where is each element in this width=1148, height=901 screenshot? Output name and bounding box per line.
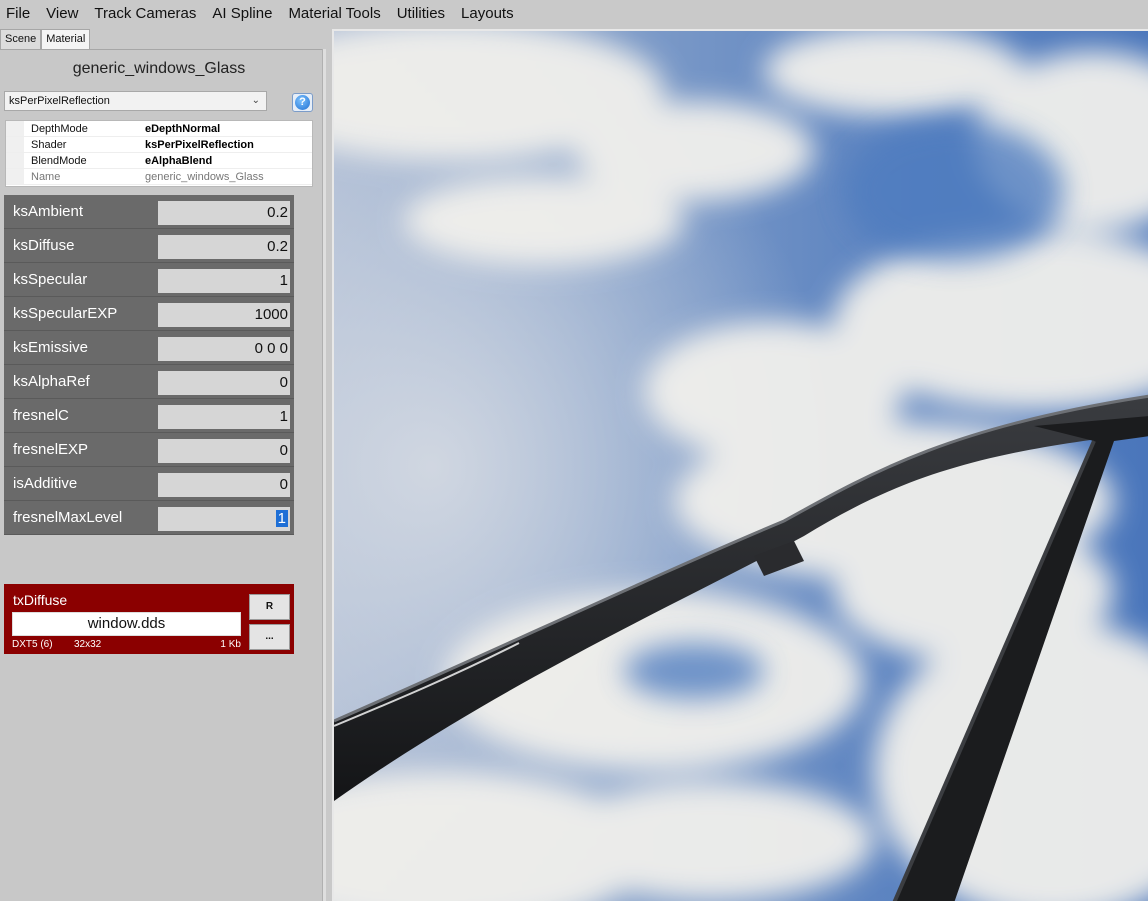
param-label: ksSpecular [13, 271, 88, 288]
row-gutter [6, 121, 24, 136]
property-value: generic_windows_Glass [145, 171, 264, 183]
menu-ai-spline[interactable]: AI Spline [206, 1, 282, 27]
property-row[interactable]: DepthMode eDepthNormal [6, 121, 312, 137]
viewport-render [334, 31, 1148, 901]
param-label: ksDiffuse [13, 237, 75, 254]
property-key: Name [31, 171, 61, 183]
property-value: ksPerPixelReflection [145, 139, 254, 151]
tab-material[interactable]: Material [41, 29, 91, 50]
param-input[interactable]: 0 [158, 473, 290, 497]
property-value: eDepthNormal [145, 123, 221, 135]
browse-texture-button[interactable]: ... [249, 624, 290, 650]
param-label: isAdditive [13, 475, 78, 492]
selected-text: 1 [275, 510, 288, 527]
menu-material-tools[interactable]: Material Tools [282, 1, 390, 27]
property-row[interactable]: Shader ksPerPixelReflection [6, 137, 312, 153]
property-key: DepthMode [31, 123, 88, 135]
menu-file[interactable]: File [0, 1, 40, 27]
property-row[interactable]: Name generic_windows_Glass [6, 169, 312, 185]
param-input[interactable]: 1000 [158, 303, 290, 327]
param-label: fresnelEXP [13, 441, 89, 458]
shader-dropdown-value: ksPerPixelReflection [9, 95, 110, 107]
param-row-ksspecular: ksSpecular 1 [4, 263, 294, 297]
row-gutter [6, 169, 24, 184]
help-button[interactable]: ? [292, 93, 313, 112]
reload-texture-button[interactable]: R [249, 594, 290, 620]
param-label: fresnelMaxLevel [13, 509, 123, 526]
3d-viewport[interactable] [332, 29, 1148, 901]
param-row-fresnelexp: fresnelEXP 0 [4, 433, 294, 467]
param-label: ksEmissive [13, 339, 89, 356]
property-key: BlendMode [31, 155, 87, 167]
texture-file-field[interactable]: window.dds [12, 612, 241, 636]
menu-utilities[interactable]: Utilities [391, 1, 455, 27]
texture-size: 32x32 [74, 639, 102, 650]
param-input[interactable]: 0.2 [158, 201, 290, 225]
param-row-ksspecularexp: ksSpecularEXP 1000 [4, 297, 294, 331]
menu-bar: File View Track Cameras AI Spline Materi… [0, 0, 1148, 28]
material-panel: generic_windows_Glass ksPerPixelReflecti… [0, 49, 326, 901]
texture-info: DXT5 (6) 32x32 1 Kb [12, 638, 241, 652]
property-key: Shader [31, 139, 67, 151]
chevron-down-icon: ⌄ [251, 95, 260, 106]
param-input[interactable]: 1 [158, 405, 290, 429]
texture-filesize: 1 Kb [220, 639, 241, 650]
param-label: ksAmbient [13, 203, 84, 220]
property-value: eAlphaBlend [145, 155, 213, 167]
menu-view[interactable]: View [40, 1, 88, 27]
param-label: ksSpecularEXP [13, 305, 118, 322]
shader-dropdown[interactable]: ksPerPixelReflection ⌄ [4, 91, 267, 111]
texture-slot: txDiffuse window.dds DXT5 (6) 32x32 1 Kb… [4, 584, 294, 654]
material-title: generic_windows_Glass [72, 60, 246, 77]
param-input[interactable]: 0 [158, 371, 290, 395]
row-gutter [6, 153, 24, 168]
param-row-ksdiffuse: ksDiffuse 0.2 [4, 229, 294, 263]
texture-format: DXT5 (6) [12, 639, 53, 650]
param-row-ksemissive: ksEmissive 0 0 0 [4, 331, 294, 365]
param-input-focused[interactable]: 1 [158, 507, 290, 531]
menu-layouts[interactable]: Layouts [455, 1, 524, 27]
param-label: fresnelC [13, 407, 69, 424]
param-row-fresnelmaxlevel: fresnelMaxLevel 1 [4, 501, 294, 535]
param-row-fresnelc: fresnelC 1 [4, 399, 294, 433]
shader-parameters: ksAmbient 0.2 ksDiffuse 0.2 ksSpecular 1… [4, 195, 294, 535]
property-grid: DepthMode eDepthNormal Shader ksPerPixel… [5, 120, 313, 187]
row-gutter [6, 137, 24, 152]
param-input[interactable]: 1 [158, 269, 290, 293]
param-input[interactable]: 0 0 0 [158, 337, 290, 361]
texture-label: txDiffuse [13, 592, 68, 608]
panel-tabs: Scene Material [0, 29, 91, 50]
menu-track-cameras[interactable]: Track Cameras [88, 1, 206, 27]
param-input[interactable]: 0.2 [158, 235, 290, 259]
param-row-ksambient: ksAmbient 0.2 [4, 195, 294, 229]
property-row[interactable]: BlendMode eAlphaBlend [6, 153, 312, 169]
param-row-ksalpharef: ksAlphaRef 0 [4, 365, 294, 399]
help-icon: ? [295, 95, 310, 110]
param-label: ksAlphaRef [13, 373, 90, 390]
panel-splitter[interactable] [322, 49, 326, 901]
param-row-isadditive: isAdditive 0 [4, 467, 294, 501]
param-input[interactable]: 0 [158, 439, 290, 463]
tab-scene[interactable]: Scene [0, 29, 42, 50]
